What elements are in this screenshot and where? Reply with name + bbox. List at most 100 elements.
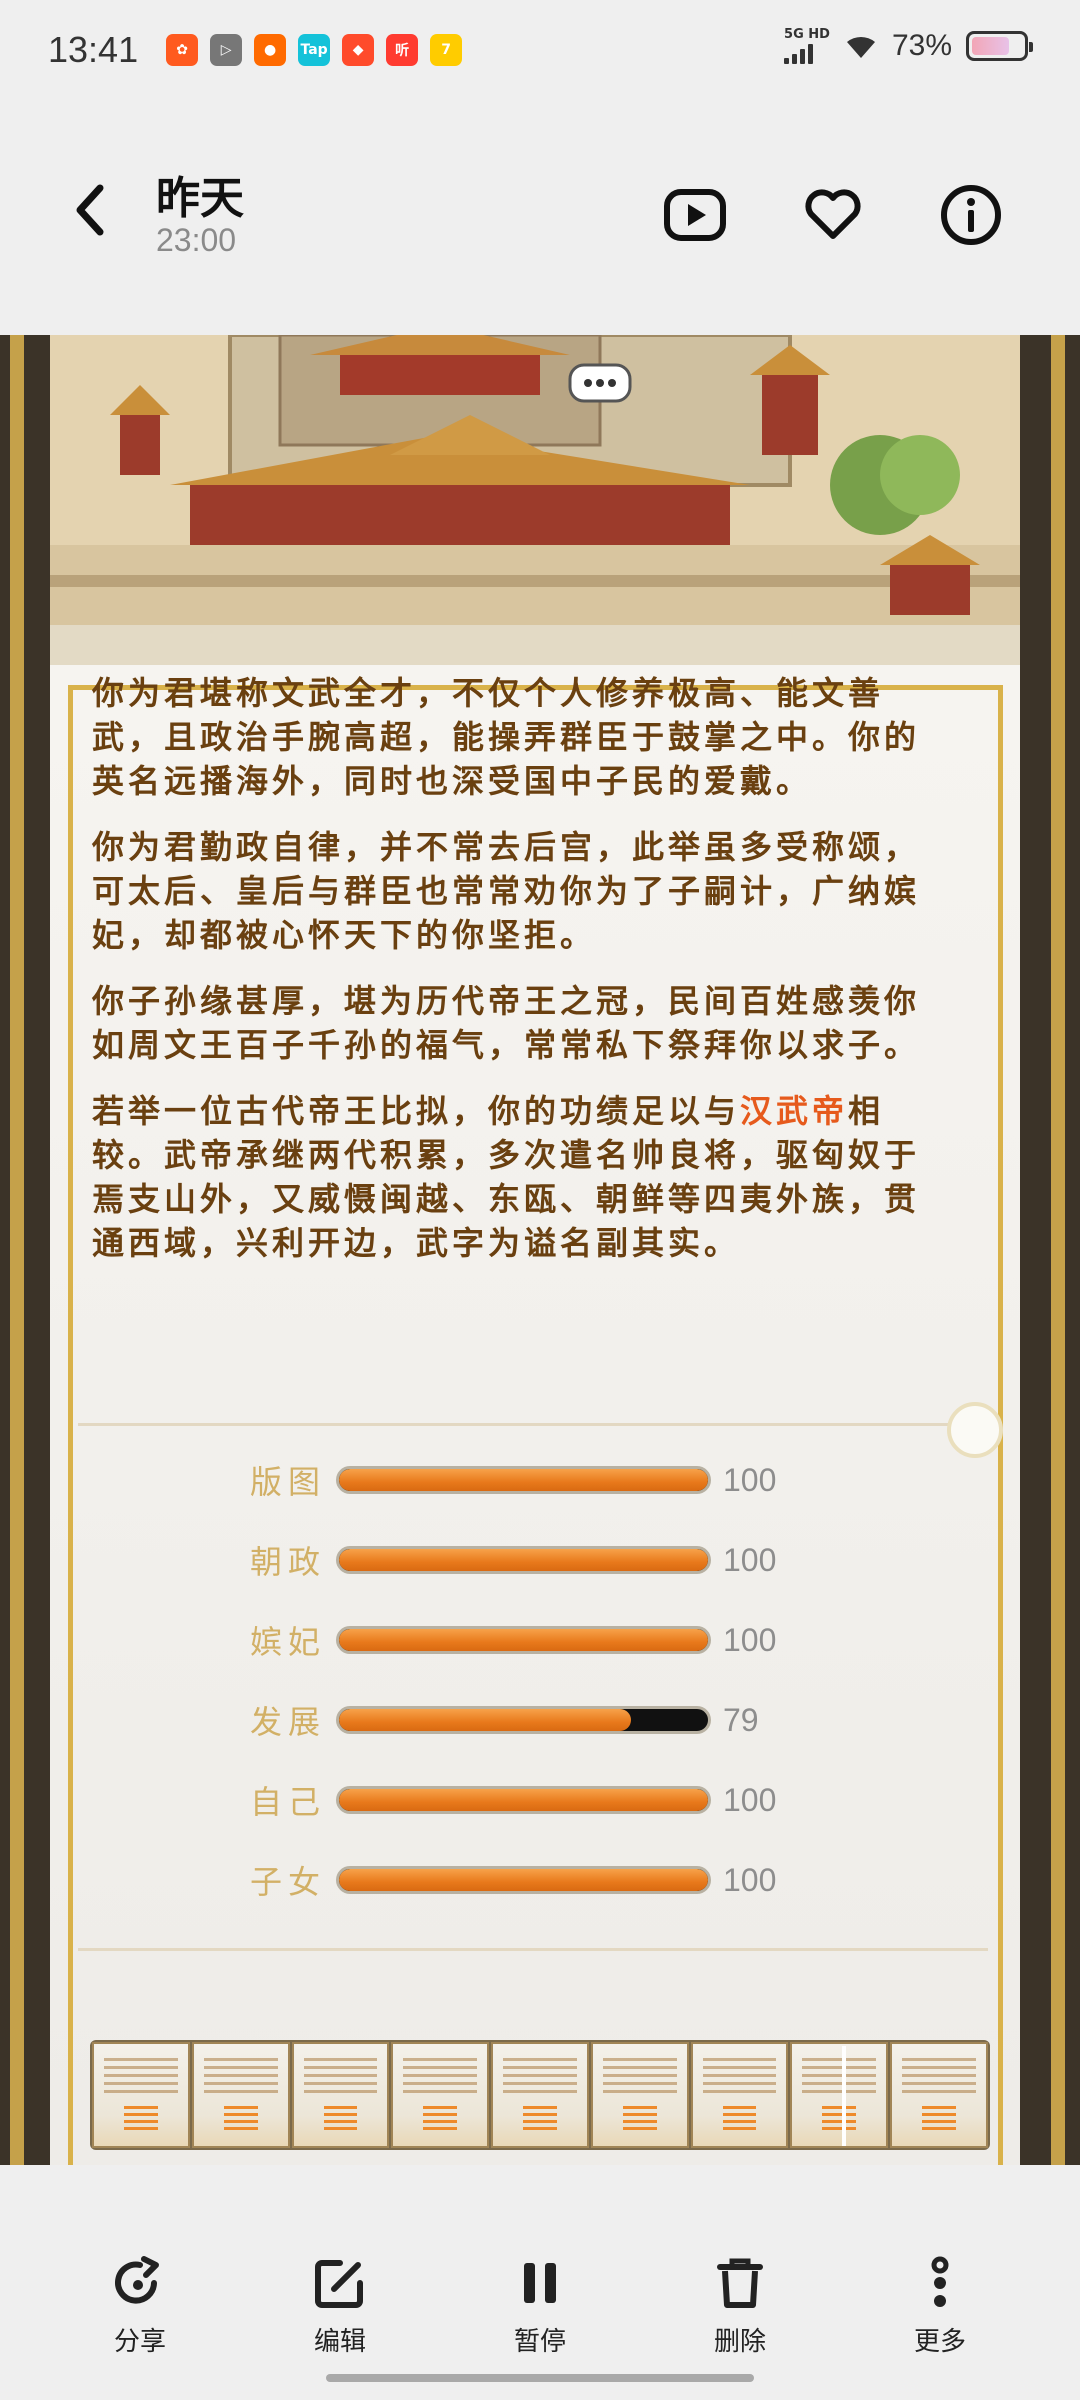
palace-illustration [50, 335, 1020, 665]
notification-icons: ✿ ▷ ● Tap ◆ 听 7 [166, 34, 463, 66]
home-indicator[interactable] [326, 2374, 754, 2382]
stat-value: 79 [723, 1701, 759, 1738]
stat-row: 自己 100 [250, 1760, 850, 1840]
stat-bar-fill [339, 1469, 708, 1491]
thumbnail[interactable] [191, 2042, 290, 2148]
network-label: 5G HD [784, 27, 830, 42]
stat-bar [336, 1546, 711, 1574]
stat-row: 发展 79 [250, 1680, 850, 1760]
stat-bar [336, 1786, 711, 1814]
game-icon: ◆ [342, 34, 375, 66]
taobao-icon: ● [254, 34, 287, 66]
signal-icon [784, 42, 830, 64]
paragraph-4-before: 若举一位古代帝王比拟，你的功绩足以与 [92, 1092, 741, 1130]
divider-top [78, 1423, 988, 1426]
stat-row: 版图 100 [250, 1440, 850, 1520]
stat-bar [336, 1866, 711, 1894]
scroll-handle[interactable] [947, 1402, 1003, 1458]
battery-icon [966, 31, 1033, 61]
info-button[interactable] [936, 180, 1006, 250]
battery-percent: 73% [891, 29, 952, 62]
edit-button[interactable]: 编辑 [275, 2253, 405, 2358]
emperor-highlight: 汉武帝 [740, 1092, 849, 1130]
stat-value: 100 [723, 1781, 777, 1818]
stat-label: 子女 [250, 1863, 327, 1901]
play-video-button[interactable] [660, 180, 730, 250]
stat-bar-fill [339, 1789, 708, 1811]
pause-label: 暂停 [513, 2326, 566, 2357]
photo-viewer[interactable]: 你为君堪称文武全才，不仅个人修养极高、能文善武，且政治手腕高超，能操弄群臣于鼓掌… [0, 285, 1080, 2165]
stat-row: 嫔妃 100 [250, 1600, 850, 1680]
stat-bar [336, 1466, 711, 1494]
stat-row: 子女 100 [250, 1840, 850, 1920]
more-button[interactable]: 更多 [875, 2253, 1005, 2358]
favorite-button[interactable] [798, 180, 868, 250]
stat-value: 100 [723, 1861, 777, 1898]
play-icon: ▷ [210, 34, 243, 66]
stat-label: 版图 [250, 1463, 327, 1501]
stat-bar [336, 1626, 711, 1654]
pause-icon [524, 2262, 556, 2303]
story-paragraph-3: 你子孙缘甚厚，堪为历代帝王之冠，民间百姓感羡你如周文王百子千孙的福气，常常私下祭… [92, 982, 921, 1064]
story-paragraph-2: 你为君勤政自律，并不常去后宫，此举虽多受称颂，可太后、皇后与群臣也常常劝你为了子… [92, 828, 921, 954]
palace-scene-image [50, 335, 1020, 665]
listen-icon: 听 [386, 34, 419, 66]
pause-button[interactable]: 暂停 [475, 2253, 605, 2358]
stat-label: 嫔妃 [250, 1623, 327, 1661]
stat-value: 100 [723, 1461, 777, 1498]
stats-panel: 版图 100 朝政 100 嫔妃 100 发展 79 自己 100 子女 100 [250, 1440, 850, 1920]
share-label: 分享 [113, 2326, 166, 2357]
stat-label: 朝政 [250, 1543, 327, 1581]
status-time: 13:41 [48, 29, 139, 70]
story-panel: 你为君堪称文武全才，不仅个人修养极高、能文善武，且政治手腕高超，能操弄群臣于鼓掌… [50, 665, 1020, 2165]
thumbnail[interactable] [590, 2042, 689, 2148]
bottom-toolbar: 分享 编辑 暂停 删除 更多 [0, 2240, 1080, 2370]
header: 昨天 23:00 [0, 150, 1080, 270]
thumbnail[interactable] [690, 2042, 789, 2148]
thumbnail-cursor[interactable] [842, 2046, 846, 2146]
stat-bar-fill [339, 1709, 631, 1731]
thumbnail-strip[interactable] [90, 2040, 990, 2150]
thumbnail[interactable] [92, 2042, 190, 2148]
stat-label: 自己 [250, 1783, 327, 1821]
stat-bar [336, 1706, 711, 1734]
status-right: 5G HD 73% [784, 28, 1033, 64]
status-bar: 13:41 ✿ ▷ ● Tap ◆ 听 7 5G HD 73% [0, 0, 1080, 100]
heart-icon [805, 189, 861, 239]
info-icon [941, 185, 1001, 245]
thumbnail[interactable] [291, 2042, 390, 2148]
chevron-left-icon [76, 184, 104, 236]
page-subtitle: 23:00 [156, 222, 237, 258]
taptap-icon: Tap [298, 34, 331, 66]
story-text: 你为君堪称文武全才，不仅个人修养极高、能文善武，且政治手腕高超，能操弄群臣于鼓掌… [92, 671, 952, 1287]
thumbnail[interactable] [391, 2042, 490, 2148]
share-button[interactable]: 分享 [75, 2253, 205, 2358]
share-icon [115, 2255, 159, 2304]
play-icon [664, 189, 726, 241]
network-type: 5G HD [784, 28, 830, 64]
divider-bottom [78, 1948, 988, 1951]
stat-value: 100 [723, 1541, 777, 1578]
stat-row: 朝政 100 [250, 1520, 850, 1600]
edit-label: 编辑 [313, 2326, 366, 2357]
stat-bar-fill [339, 1869, 708, 1891]
page-title: 昨天 [156, 173, 244, 224]
stat-bar-fill [339, 1549, 708, 1571]
edit-icon [315, 2259, 363, 2308]
story-paragraph-4: 若举一位古代帝王比拟，你的功绩足以与汉武帝相较。武帝承继两代积累，多次遣名帅良将… [92, 1089, 952, 1265]
back-button[interactable] [60, 180, 120, 240]
stat-label: 发展 [250, 1703, 327, 1741]
trash-icon [717, 2258, 763, 2308]
more-label: 更多 [913, 2326, 966, 2357]
thumbnail[interactable] [491, 2042, 589, 2148]
stat-value: 100 [723, 1621, 777, 1658]
kuaishou-icon: ✿ [166, 34, 199, 66]
more-vertical-icon [931, 2256, 949, 2307]
qimao-icon: 7 [430, 34, 463, 66]
thumbnail[interactable] [890, 2042, 989, 2148]
stat-bar-fill [339, 1629, 708, 1651]
delete-label: 删除 [713, 2326, 766, 2357]
delete-button[interactable]: 删除 [675, 2253, 805, 2358]
thumbnail[interactable] [790, 2042, 889, 2148]
wifi-icon [846, 36, 875, 58]
